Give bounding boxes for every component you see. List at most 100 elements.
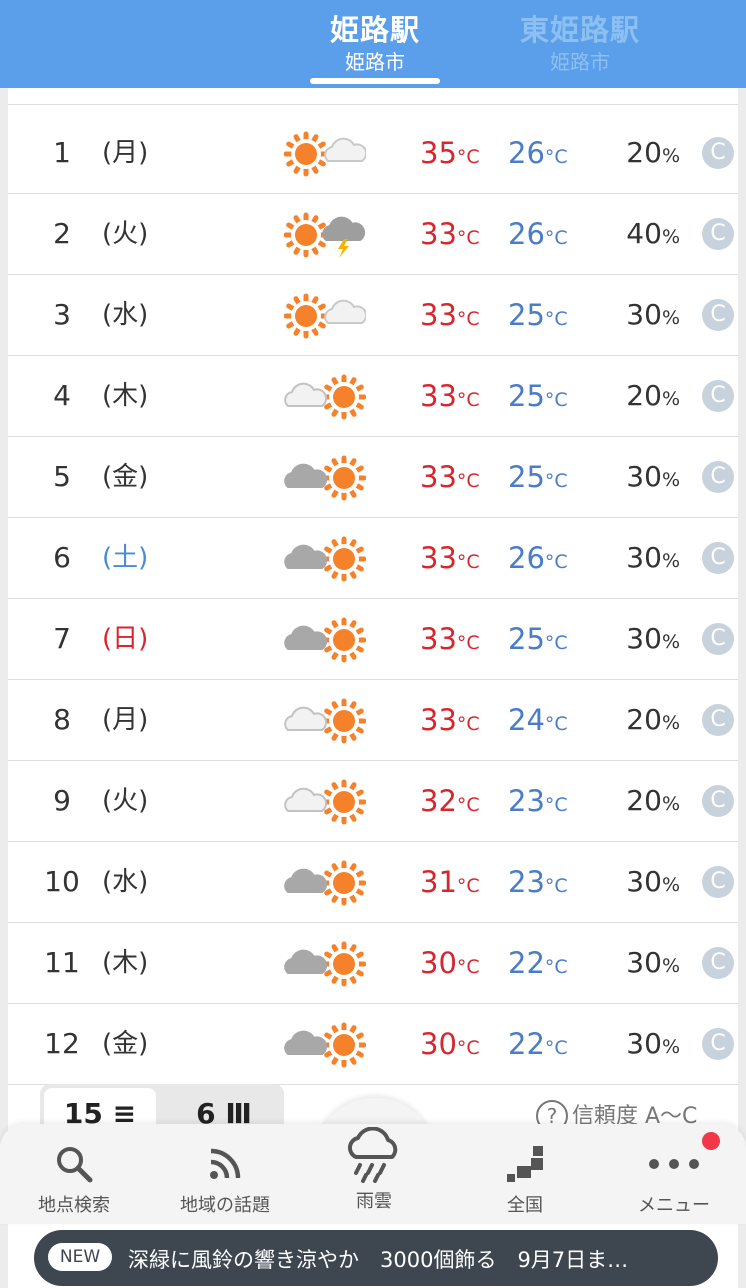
day-of-week: (金) [102, 1029, 149, 1059]
weather-cloudy-sun-icon [284, 1022, 367, 1068]
rain-probability: 20% [626, 376, 680, 419]
nav-label: 地域の話題 [180, 1195, 270, 1216]
low-temp-value: 24 [508, 703, 545, 737]
rain-value: 30 [626, 622, 662, 655]
day-number: 3 [53, 298, 71, 331]
reliability-badge: C [702, 623, 734, 655]
reliability-badge: C [702, 947, 734, 979]
day-of-week: (水) [102, 300, 149, 330]
low-temp: 22°C [508, 943, 568, 987]
weather-cloudy-sun-light-icon [284, 779, 367, 825]
high-temp: 30°C [420, 1024, 480, 1068]
search-icon [4, 1134, 144, 1194]
forecast-row[interactable]: 2 (火) 33°C 26°C 40% C [8, 194, 738, 275]
rain-value: 20 [626, 784, 662, 817]
location-header: 姫路駅 姫路市 東姫路駅 姫路市 [0, 0, 746, 88]
temp-unit: °C [544, 956, 568, 978]
temp-unit: °C [544, 713, 568, 735]
day-number: 6 [53, 541, 71, 574]
high-temp-value: 33 [420, 379, 457, 413]
tab-higashi-himeji-station[interactable]: 東姫路駅 姫路市 [480, 10, 680, 74]
high-temp-value: 33 [420, 703, 457, 737]
forecast-row[interactable]: 4 (木) 33°C 25°C 20% C [8, 356, 738, 437]
nav-location-search[interactable]: 地点検索 [4, 1134, 144, 1218]
active-tab-indicator [310, 78, 440, 84]
tab-station-name: 姫路駅 [329, 13, 420, 47]
temp-unit: °C [544, 875, 568, 897]
reliability-badge: C [702, 380, 734, 412]
high-temp: 33°C [420, 295, 480, 339]
high-temp: 31°C [420, 862, 480, 906]
tab-city-name: 姫路市 [345, 50, 405, 74]
day-number: 12 [44, 1027, 80, 1060]
temp-unit: °C [544, 146, 568, 168]
reliability-badge: C [702, 218, 734, 250]
forecast-row[interactable]: 9 (火) 32°C 23°C 20% C [8, 761, 738, 842]
forecast-row[interactable]: 7 (日) 33°C 25°C 30% C [8, 599, 738, 680]
day-number: 2 [53, 217, 71, 250]
temp-unit: °C [456, 1037, 480, 1059]
day-number: 4 [53, 379, 71, 412]
high-temp: 33°C [420, 376, 480, 420]
map-icon [455, 1134, 595, 1194]
forecast-row[interactable]: 12 (金) 30°C 22°C 30% C [8, 1004, 738, 1085]
low-temp: 26°C [508, 538, 568, 582]
low-temp-value: 25 [508, 622, 545, 656]
nav-rain-cloud[interactable]: 雨雲 [304, 1120, 444, 1214]
temp-unit: °C [544, 632, 568, 654]
forecast-row[interactable]: 5 (金) 33°C 25°C 30% C [8, 437, 738, 518]
low-temp-value: 26 [508, 541, 545, 575]
reliability-badge: C [702, 704, 734, 736]
low-temp: 22°C [508, 1024, 568, 1068]
temp-unit: °C [544, 308, 568, 330]
rain-probability: 20% [626, 700, 680, 743]
low-temp-value: 22 [508, 946, 545, 980]
reliability-badge: C [702, 785, 734, 817]
reliability-badge: C [702, 299, 734, 331]
rain-value: 30 [626, 541, 662, 574]
day-of-week: (火) [102, 219, 149, 249]
percent-unit: % [661, 955, 680, 977]
high-temp-value: 33 [420, 460, 457, 494]
high-temp-value: 33 [420, 217, 457, 251]
forecast-row[interactable]: 1 (月) 35°C 26°C 20% C [8, 113, 738, 194]
forecast-row[interactable]: 3 (水) 33°C 25°C 30% C [8, 275, 738, 356]
low-temp-value: 23 [508, 784, 545, 818]
forecast-row[interactable]: 8 (月) 33°C 24°C 20% C [8, 680, 738, 761]
temp-unit: °C [456, 389, 480, 411]
high-temp: 33°C [420, 214, 480, 258]
rain-value: 30 [626, 1027, 662, 1060]
nav-menu[interactable]: メニュー [604, 1134, 744, 1218]
rain-value: 20 [626, 136, 662, 169]
rain-probability: 20% [626, 781, 680, 824]
percent-unit: % [661, 631, 680, 653]
forecast-row[interactable]: 6 (土) 33°C 26°C 30% C [8, 518, 738, 599]
low-temp-value: 25 [508, 379, 545, 413]
high-temp: 35°C [420, 133, 480, 177]
news-banner[interactable]: NEW 深緑に風鈴の響き涼やか 3000個飾る 9月7日ま… [34, 1230, 718, 1286]
rain-probability: 30% [626, 862, 680, 905]
notification-dot [702, 1132, 720, 1150]
weather-sunny-then-cloudy-icon [283, 293, 368, 339]
nav-nationwide[interactable]: 全国 [455, 1134, 595, 1218]
temp-unit: °C [456, 551, 480, 573]
nav-local-topics[interactable]: 地域の話題 [155, 1134, 295, 1218]
reliability-badge: C [702, 542, 734, 574]
low-temp: 23°C [508, 781, 568, 825]
weather-cloudy-sun-icon [284, 455, 367, 501]
new-badge: NEW [48, 1243, 112, 1271]
low-temp: 25°C [508, 295, 568, 339]
nav-label: 地点検索 [38, 1195, 110, 1216]
forecast-row[interactable]: 11 (木) 30°C 22°C 30% C [8, 923, 738, 1004]
tab-city-name: 姫路市 [550, 50, 610, 74]
high-temp: 32°C [420, 781, 480, 825]
day-number: 5 [53, 460, 71, 493]
tab-himeji-station[interactable]: 姫路駅 姫路市 [275, 10, 475, 74]
day-number: 10 [44, 865, 80, 898]
high-temp-value: 33 [420, 541, 457, 575]
temp-unit: °C [456, 146, 480, 168]
more-icon [604, 1134, 744, 1194]
forecast-row[interactable]: 10 (水) 31°C 23°C 30% C [8, 842, 738, 923]
weather-cloudy-sun-icon [284, 860, 367, 906]
weather-cloudy-sun-icon [284, 536, 367, 582]
